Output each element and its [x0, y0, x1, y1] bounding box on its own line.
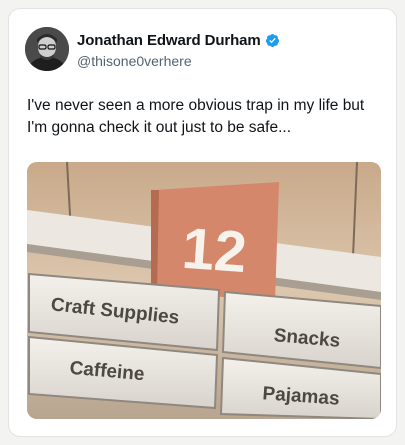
tweet-photo[interactable]: 12 Craft Supplies Snacks Caffeine Pajama… [27, 162, 381, 419]
aisle-number: 12 [180, 216, 249, 285]
store-aisle-sign-illustration: 12 Craft Supplies Snacks Caffeine Pajama… [27, 162, 381, 419]
tweet-card: Jonathan Edward Durham @thisone0verhere … [8, 8, 397, 437]
author-row: Jonathan Edward Durham [77, 32, 280, 49]
verified-badge-icon [265, 33, 279, 48]
tweet-text: I've never seen a more obvious trap in m… [27, 97, 365, 136]
author-handle[interactable]: @thisone0verhere [77, 53, 192, 69]
author-name[interactable]: Jonathan Edward Durham [77, 32, 261, 49]
avatar[interactable] [25, 27, 69, 71]
avatar-image [25, 27, 69, 71]
